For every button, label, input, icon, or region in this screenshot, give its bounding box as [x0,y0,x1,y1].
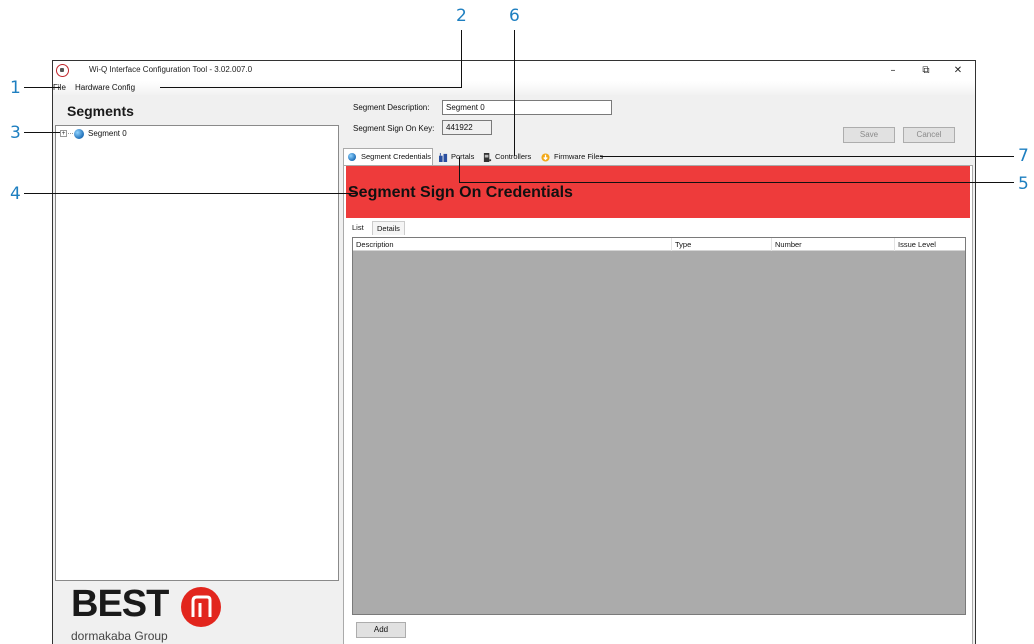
credentials-banner: Segment Sign On Credentials [346,166,970,218]
callout-6-line-v [514,30,516,156]
column-description[interactable]: Description [353,238,672,251]
callout-6: 6 [509,6,520,26]
grid-header: Description Type Number Issue Level [353,238,965,251]
tab-firmware-files[interactable]: Firmware Files [537,149,607,165]
segment-description-field[interactable]: Segment 0 [442,100,612,115]
subtab-details[interactable]: Details [372,221,405,235]
app-logo-icon [56,64,69,77]
callout-5: 5 [1018,174,1029,194]
tab-controllers[interactable]: Controllers [479,149,536,165]
close-button[interactable]: ✕ [943,63,973,79]
window-title: Wi-Q Interface Configuration Tool - 3.02… [89,65,253,74]
banner-title: Segment Sign On Credentials [348,184,573,201]
segment-signon-key-field: 441922 [442,120,492,135]
callout-7-line [600,156,1014,158]
callout-3: 3 [10,123,21,143]
logo-tagline: dormakaba Group [71,629,168,643]
callout-1: 1 [10,78,21,98]
tree-expand-icon[interactable]: + [60,130,67,137]
column-type[interactable]: Type [672,238,772,251]
building-icon [439,153,448,162]
callout-2: 2 [456,6,467,26]
segment-description-label: Segment Description: [353,103,430,112]
tab-content: Segment Sign On Credentials List Details… [343,165,973,644]
callout-1-line [24,87,60,89]
firmware-icon [541,153,550,162]
add-button[interactable]: Add [356,622,406,638]
menu-hardware-config[interactable]: Hardware Config [75,83,135,92]
globe-icon [74,129,84,139]
segments-title: Segments [67,103,134,119]
callout-2-line-v [461,30,463,88]
tab-portals[interactable]: Portals [435,149,477,165]
credentials-grid[interactable]: Description Type Number Issue Level [352,237,966,615]
minimize-button[interactable]: – [878,63,908,79]
best-logo: BEST dormakaba Group [71,583,271,644]
tree-connector [68,133,73,134]
callout-4-line [24,193,356,195]
save-button[interactable]: Save [843,127,895,143]
restore-button[interactable]: ⧉ [911,63,941,79]
column-number[interactable]: Number [772,238,895,251]
callout-3-line [24,132,60,134]
callout-5-line-h [459,182,1014,184]
callout-7: 7 [1018,146,1029,166]
column-issue-level[interactable]: Issue Level [895,238,967,251]
tree-item-segment-0[interactable]: Segment 0 [88,129,127,138]
segment-signon-key-label: Segment Sign On Key: [353,124,435,133]
cancel-button[interactable]: Cancel [903,127,955,143]
callout-2-line-h [160,87,462,89]
callout-5-line-v [459,157,461,183]
controller-icon [483,153,492,162]
callout-4: 4 [10,184,21,204]
logo-brand: BEST [71,583,169,625]
tab-segment-credentials[interactable]: Segment Credentials [343,148,433,165]
subtab-list[interactable]: List [352,221,364,235]
globe-icon [348,153,356,161]
logo-mark-icon [181,587,221,627]
